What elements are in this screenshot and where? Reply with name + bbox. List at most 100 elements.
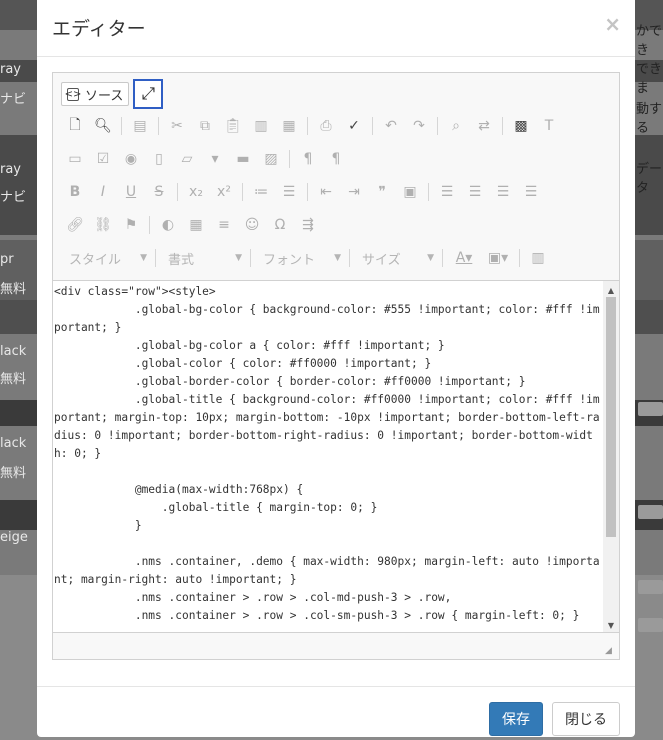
- cut-icon[interactable]: ✂: [163, 114, 191, 138]
- textarea-icon[interactable]: ▱: [173, 147, 201, 171]
- bg-text: 無料: [0, 372, 27, 387]
- paste-text-icon[interactable]: ▥: [247, 114, 275, 138]
- toolbar-separator: [502, 117, 503, 135]
- size-dropdown-label: サイズ: [362, 252, 401, 268]
- chevron-down-icon: ▼: [427, 253, 434, 263]
- bg-text: ray: [0, 62, 22, 77]
- size-dropdown[interactable]: サイズ ▼: [354, 247, 438, 269]
- checkbox-icon[interactable]: ☑: [89, 147, 117, 171]
- special-char-icon[interactable]: Ω: [266, 213, 294, 237]
- source-code-area[interactable]: <div class="row"><style> .global-bg-colo…: [53, 280, 619, 633]
- div-container-icon[interactable]: ▣: [396, 180, 424, 204]
- textfield-icon[interactable]: ▯: [145, 147, 173, 171]
- toolbar-separator: [519, 249, 520, 267]
- bg-color-icon[interactable]: ▣▾: [481, 246, 515, 270]
- show-blocks-icon[interactable]: ▥: [524, 246, 552, 270]
- bg-tag: [638, 505, 663, 519]
- vertical-scrollbar[interactable]: ▲ ▼: [603, 281, 619, 632]
- close-icon[interactable]: ×: [604, 12, 621, 36]
- anchor-flag-icon[interactable]: ⚑: [117, 213, 145, 237]
- resize-handle-icon[interactable]: ◢: [605, 646, 615, 656]
- toolbar-separator: [158, 117, 159, 135]
- bg-text: 動する: [636, 102, 663, 136]
- bg-text: ナビ: [0, 92, 27, 107]
- text-color-icon[interactable]: A▾: [447, 246, 481, 270]
- scroll-up-icon[interactable]: ▲: [603, 283, 619, 297]
- numbered-list-icon[interactable]: ≔: [247, 180, 275, 204]
- horizontal-rule-icon[interactable]: ≡: [210, 213, 238, 237]
- rtl-icon[interactable]: ¶: [322, 147, 350, 171]
- image-button-icon[interactable]: ▨: [257, 147, 285, 171]
- spellcheck-icon[interactable]: ✓: [340, 114, 368, 138]
- select-field-icon[interactable]: ▾: [201, 147, 229, 171]
- toolbar-separator: [307, 117, 308, 135]
- bg-text: ナビ: [0, 190, 27, 205]
- subscript-icon[interactable]: x₂: [182, 180, 210, 204]
- toolbar-separator: [442, 249, 443, 267]
- scrollbar-thumb[interactable]: [606, 297, 616, 537]
- print-icon[interactable]: ⎙: [312, 114, 340, 138]
- copy-icon[interactable]: ⧉: [191, 114, 219, 138]
- toolbar-separator: [149, 216, 150, 234]
- page-break-icon[interactable]: ⇶: [294, 213, 322, 237]
- replace-icon[interactable]: ⇄: [470, 114, 498, 138]
- blockquote-icon[interactable]: ❞: [368, 180, 396, 204]
- bold-icon[interactable]: B: [61, 180, 89, 204]
- bg-text: ray: [0, 162, 22, 177]
- select-all-icon[interactable]: ▩: [507, 114, 535, 138]
- editor-modal: エディター × <> ソース ⤢ 🗋 🔍︎ ▤ ✂ ⧉ 📋︎ ▥ ▦ ⎙ ✓ ↶…: [37, 0, 635, 737]
- toolbar-separator: [307, 183, 308, 201]
- toolbar-row: 🗋 🔍︎ ▤ ✂ ⧉ 📋︎ ▥ ▦ ⎙ ✓ ↶ ↷ ⌕ ⇄ ▩ T: [61, 113, 563, 139]
- source-code-text[interactable]: <div class="row"><style> .global-bg-colo…: [54, 283, 602, 625]
- button-field-icon[interactable]: ▬: [229, 147, 257, 171]
- source-icon: <>: [64, 87, 82, 101]
- unlink-icon[interactable]: ⛓: [89, 213, 117, 237]
- bg-text: lack: [0, 344, 27, 359]
- table-icon[interactable]: ▦: [182, 213, 210, 237]
- smiley-icon[interactable]: ☺: [238, 213, 266, 237]
- form-icon[interactable]: ▭: [61, 147, 89, 171]
- close-button[interactable]: 閉じる: [552, 702, 620, 736]
- radio-icon[interactable]: ◉: [117, 147, 145, 171]
- superscript-icon[interactable]: x²: [210, 180, 238, 204]
- ltr-icon[interactable]: ¶: [294, 147, 322, 171]
- outdent-icon[interactable]: ⇤: [312, 180, 340, 204]
- toolbar-separator: [242, 183, 243, 201]
- source-label: ソース: [85, 88, 124, 104]
- flash-icon[interactable]: ◐: [154, 213, 182, 237]
- strike-icon[interactable]: S: [145, 180, 173, 204]
- paste-word-icon[interactable]: ▦: [275, 114, 303, 138]
- align-left-icon[interactable]: ☰: [433, 180, 461, 204]
- remove-format-icon[interactable]: T: [535, 114, 563, 138]
- find-icon[interactable]: ⌕: [442, 114, 470, 138]
- bg-tag: [638, 618, 663, 632]
- templates-icon[interactable]: ▤: [126, 114, 154, 138]
- align-center-icon[interactable]: ☰: [461, 180, 489, 204]
- maximize-icon: ⤢: [141, 84, 156, 104]
- justify-icon[interactable]: ☰: [517, 180, 545, 204]
- bg-text: eige: [0, 530, 28, 545]
- toolbar-separator: [349, 249, 350, 267]
- italic-icon[interactable]: I: [89, 180, 117, 204]
- paste-icon[interactable]: 📋︎: [219, 114, 247, 138]
- scroll-down-icon[interactable]: ▼: [603, 618, 619, 632]
- toolbar-separator: [372, 117, 373, 135]
- underline-icon[interactable]: U: [117, 180, 145, 204]
- toolbar-separator: [177, 183, 178, 201]
- new-page-icon[interactable]: 🗋: [61, 114, 89, 138]
- bg-text: できま: [636, 62, 663, 96]
- redo-icon[interactable]: ↷: [405, 114, 433, 138]
- font-dropdown[interactable]: フォント ▼: [255, 247, 345, 269]
- bulleted-list-icon[interactable]: ☰: [275, 180, 303, 204]
- format-dropdown[interactable]: 書式 ▼: [160, 247, 246, 269]
- link-icon[interactable]: 🔗︎: [61, 213, 89, 237]
- style-dropdown[interactable]: スタイル ▼: [61, 247, 151, 269]
- indent-icon[interactable]: ⇥: [340, 180, 368, 204]
- undo-icon[interactable]: ↶: [377, 114, 405, 138]
- source-button[interactable]: <> ソース: [61, 82, 130, 106]
- save-button[interactable]: 保存: [489, 702, 543, 736]
- align-right-icon[interactable]: ☰: [489, 180, 517, 204]
- maximize-button[interactable]: ⤢: [133, 79, 164, 109]
- format-dropdown-label: 書式: [168, 252, 195, 268]
- preview-icon[interactable]: 🔍︎: [89, 114, 117, 138]
